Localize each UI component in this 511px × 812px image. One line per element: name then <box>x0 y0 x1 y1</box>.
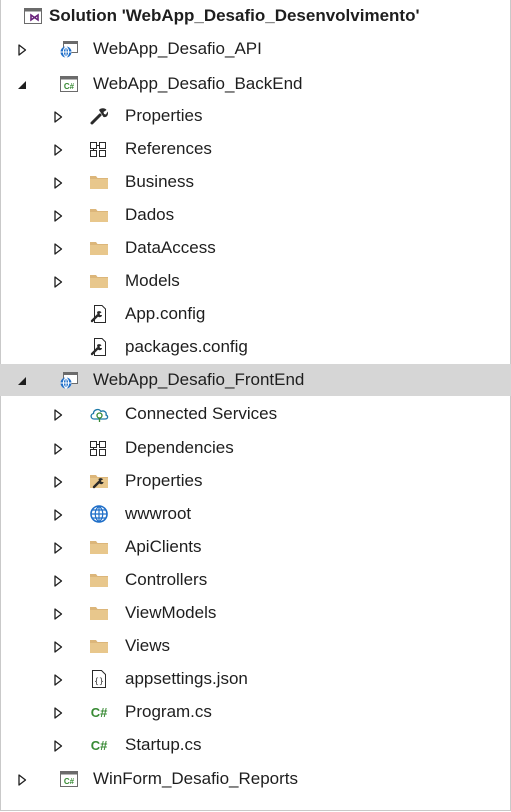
folder-icon <box>89 636 109 656</box>
tree-item-label: WinForm_Desafio_Reports <box>93 769 299 788</box>
tree-item-label: WebApp_Desafio_BackEnd <box>93 74 303 93</box>
tree-item[interactable]: Views <box>0 630 511 662</box>
tree-item-label: References <box>125 139 212 158</box>
collapse-arrow-icon[interactable] <box>52 208 64 222</box>
web-project-icon <box>59 370 79 390</box>
expand-arrow-icon[interactable] <box>16 373 28 387</box>
csharp-file-icon: C# <box>89 735 109 755</box>
tree-item-label: ViewModels <box>125 603 217 622</box>
tree-item-label: Business <box>125 172 194 191</box>
tree-item[interactable]: wwwroot <box>0 498 511 530</box>
collapse-arrow-icon[interactable] <box>16 772 28 786</box>
collapse-arrow-icon[interactable] <box>52 474 64 488</box>
csharp-file-icon: C# <box>89 702 109 722</box>
collapse-arrow-icon[interactable] <box>16 42 28 56</box>
tree-item-label: Program.cs <box>125 702 212 721</box>
tree-item[interactable]: C# Startup.cs <box>0 729 511 761</box>
config-file-icon <box>89 337 109 357</box>
tree-item[interactable]: ApiClients <box>0 531 511 563</box>
tree-item[interactable]: Properties <box>0 465 511 497</box>
tree-item-label: Connected Services <box>125 404 278 423</box>
folder-icon <box>89 570 109 590</box>
collapse-arrow-icon[interactable] <box>52 738 64 752</box>
tree-item[interactable]: ViewModels <box>0 597 511 629</box>
tree-item[interactable]: Connected Services <box>0 398 511 430</box>
tree-item[interactable]: Dados <box>0 199 511 231</box>
tree-item[interactable]: App.config <box>0 298 511 330</box>
web-project-icon <box>59 39 79 59</box>
collapse-arrow-icon[interactable] <box>52 142 64 156</box>
tree-item[interactable]: Models <box>0 265 511 297</box>
tree-item-label: WebApp_Desafio_FrontEnd <box>93 370 305 389</box>
svg-text:C#: C# <box>91 705 108 720</box>
tree-item[interactable]: C# Program.cs <box>0 696 511 728</box>
svg-text:C#: C# <box>91 738 108 753</box>
tree-item[interactable]: {} appsettings.json <box>0 663 511 695</box>
tree-item[interactable]: WebApp_Desafio_API <box>0 33 511 65</box>
collapse-arrow-icon[interactable] <box>52 274 64 288</box>
folder-icon <box>89 205 109 225</box>
tree-item-label: Properties <box>125 471 203 490</box>
csharp-project-icon: C# <box>59 769 79 789</box>
globe-icon <box>89 504 109 524</box>
tree-item-label: Dados <box>125 205 175 224</box>
tree-item[interactable]: References <box>0 133 511 165</box>
references-icon <box>89 139 109 159</box>
tree-item-label: appsettings.json <box>125 669 248 688</box>
tree-item-label: Properties <box>125 106 203 125</box>
collapse-arrow-icon[interactable] <box>52 441 64 455</box>
tree-item[interactable]: WebApp_Desafio_FrontEnd <box>0 364 511 396</box>
svg-text:C#: C# <box>64 82 75 91</box>
collapse-arrow-icon[interactable] <box>52 606 64 620</box>
tree-item[interactable]: C# WebApp_Desafio_BackEnd <box>0 68 511 100</box>
tree-item-label: Controllers <box>125 570 208 589</box>
collapse-arrow-icon[interactable] <box>52 705 64 719</box>
tree-item[interactable]: Business <box>0 166 511 198</box>
expand-arrow-icon[interactable] <box>16 77 28 91</box>
tree-item-label: App.config <box>125 304 206 323</box>
tree-item-label: Solution 'WebApp_Desafio_Desenvolvimento… <box>49 6 420 25</box>
tree-item-label: Models <box>125 271 180 290</box>
tree-item-label: WebApp_Desafio_API <box>93 39 262 58</box>
solution-row[interactable]: Solution 'WebApp_Desafio_Desenvolvimento… <box>0 0 511 32</box>
collapse-arrow-icon[interactable] <box>52 573 64 587</box>
collapse-arrow-icon[interactable] <box>52 407 64 421</box>
folder-icon <box>89 238 109 258</box>
folder-icon <box>89 603 109 623</box>
tree-item[interactable]: Properties <box>0 100 511 132</box>
tree-item[interactable]: packages.config <box>0 331 511 363</box>
svg-text:{}: {} <box>94 677 104 686</box>
dependencies-icon <box>89 438 109 458</box>
config-file-icon <box>89 304 109 324</box>
tree-item-label: Dependencies <box>125 438 234 457</box>
folder-icon <box>89 271 109 291</box>
connected-services-icon <box>89 404 109 424</box>
tree-item[interactable]: Dependencies <box>0 432 511 464</box>
collapse-arrow-icon[interactable] <box>52 639 64 653</box>
collapse-arrow-icon[interactable] <box>52 507 64 521</box>
wrench-icon <box>89 106 109 126</box>
collapse-arrow-icon[interactable] <box>52 540 64 554</box>
csharp-project-icon: C# <box>59 74 79 94</box>
tree-item-label: packages.config <box>125 337 248 356</box>
tree-item-label: ApiClients <box>125 537 202 556</box>
svg-text:C#: C# <box>64 777 75 786</box>
tree-item[interactable]: C# WinForm_Desafio_Reports <box>0 763 511 795</box>
tree-item-label: Views <box>125 636 171 655</box>
tree-item-label: Startup.cs <box>125 735 202 754</box>
collapse-arrow-icon[interactable] <box>52 672 64 686</box>
folder-icon <box>89 537 109 557</box>
tree-item-label: DataAccess <box>125 238 216 257</box>
folder-icon <box>89 172 109 192</box>
collapse-arrow-icon[interactable] <box>52 175 64 189</box>
json-file-icon: {} <box>89 669 109 689</box>
tree-item[interactable]: Controllers <box>0 564 511 596</box>
properties-folder-icon <box>89 471 109 491</box>
tree-item-label: wwwroot <box>125 504 192 523</box>
tree-item[interactable]: DataAccess <box>0 232 511 264</box>
collapse-arrow-icon[interactable] <box>52 241 64 255</box>
collapse-arrow-icon[interactable] <box>52 109 64 123</box>
solution-icon <box>23 6 43 26</box>
